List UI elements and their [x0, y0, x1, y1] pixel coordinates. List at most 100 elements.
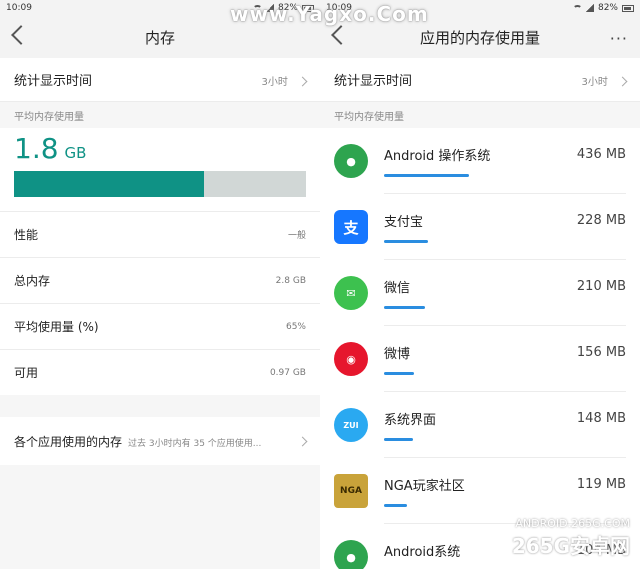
app-header: 系统界面 148 MB [384, 409, 626, 428]
app-memory-size: 148 MB [576, 410, 626, 426]
memory-amount: 1.8 GB [14, 132, 306, 165]
app-usage-bar [384, 239, 626, 243]
back-arrow-icon[interactable] [11, 25, 31, 45]
stat-value: 65% [285, 321, 306, 332]
stat-value: 一般 [287, 231, 306, 241]
chevron-right-icon [297, 436, 308, 446]
app-info: Android 操作系统 436 MB [384, 128, 626, 194]
stat-value: 0.97 GB [269, 367, 306, 378]
app-header: 微信 210 MB [384, 277, 626, 296]
app-info: 微博 156 MB [384, 326, 626, 392]
page-title: 内存 [144, 28, 175, 47]
memory-panel: 10:09 82% 内存 统计显示时间 3小时 平均内存使用量 1.8 GB 性… [0, 0, 320, 569]
app-usage-fill [384, 503, 408, 507]
app-row[interactable]: ✉ 微信 210 MB [320, 260, 640, 326]
app-usage-fill [384, 437, 413, 441]
watermark-bottom: ANDROID.265G.COM 265G安卓网 [512, 517, 630, 559]
zui-icon: ZUI [334, 408, 368, 442]
signal-icon [585, 4, 594, 12]
app-name: Android系统 [384, 544, 461, 560]
app-usage-bar [384, 305, 626, 309]
per-app-memory-row[interactable]: 各个应用使用的内存 过去 3小时内有 35 个应用使用... [0, 417, 320, 465]
weibo-icon: ◉ [334, 342, 368, 376]
stat-row-available: 可用 0.97 GB [0, 349, 320, 395]
section-header: 平均内存使用量 [320, 102, 640, 128]
watermark-brand: 265G安卓网 [511, 534, 630, 558]
app-memory-panel: 10:09 82% 应用的内存使用量 ··· 统计显示时间 3小时 平均内存使用… [320, 0, 640, 569]
app-memory-size: 119 MB [576, 476, 626, 492]
stat-time-value: 3小时 [581, 77, 608, 88]
app-memory-size: 436 MB [576, 146, 626, 162]
memory-usage-fill [14, 171, 204, 197]
app-name: 微博 [384, 346, 411, 362]
stat-time-value-wrap: 3小时 [261, 70, 308, 89]
stat-value: 2.8 GB [275, 275, 306, 286]
app-usage-fill [384, 173, 469, 177]
app-usage-bar [384, 173, 626, 177]
app-memory-size: 210 MB [576, 278, 626, 294]
stat-row-total: 总内存 2.8 GB [0, 257, 320, 303]
app-name: Android 操作系统 [384, 148, 491, 164]
per-app-subtitle: 过去 3小时内有 35 个应用使用... [128, 438, 262, 449]
stat-row-performance: 性能 一般 [0, 211, 320, 257]
battery-text: 82% [597, 3, 618, 13]
android-os-icon: ● [334, 144, 368, 178]
stat-row-average: 平均使用量 (%) 65% [0, 303, 320, 349]
stat-label: 总内存 [14, 274, 51, 288]
chevron-right-icon [617, 76, 628, 87]
app-memory-size: 228 MB [576, 212, 626, 228]
stat-label: 可用 [14, 366, 39, 380]
app-info: 微信 210 MB [384, 260, 626, 326]
stat-label: 平均使用量 (%) [14, 320, 99, 334]
memory-stats-list: 性能 一般 总内存 2.8 GB 平均使用量 (%) 65% 可用 0.97 G… [0, 211, 320, 395]
stat-time-row[interactable]: 统计显示时间 3小时 [320, 58, 640, 102]
back-arrow-icon[interactable] [331, 25, 351, 45]
memory-usage-bar [14, 171, 306, 197]
per-app-label: 各个应用使用的内存 [14, 434, 123, 449]
page-title: 应用的内存使用量 [419, 28, 540, 47]
per-app-text: 各个应用使用的内存 过去 3小时内有 35 个应用使用... [14, 433, 261, 450]
spacer [0, 395, 320, 417]
stat-time-label: 统计显示时间 [14, 74, 93, 89]
app-row[interactable]: ● Android 操作系统 436 MB [320, 128, 640, 194]
chevron-right-icon [297, 76, 308, 87]
alipay-icon: 支 [334, 210, 368, 244]
stat-time-value-wrap: 3小时 [581, 70, 628, 89]
stat-time-label: 统计显示时间 [334, 74, 413, 89]
app-info: NGA玩家社区 119 MB [384, 458, 626, 524]
app-name: 微信 [384, 280, 411, 296]
stat-time-row[interactable]: 统计显示时间 3小时 [0, 58, 320, 102]
app-header: Android 操作系统 436 MB [384, 145, 626, 164]
section-header: 平均内存使用量 [0, 102, 320, 128]
app-info: 系统界面 148 MB [384, 392, 626, 458]
memory-value: 1.8 [14, 132, 59, 165]
app-name: 支付宝 [384, 214, 424, 230]
app-usage-bar [384, 503, 626, 507]
app-row[interactable]: ◉ 微博 156 MB [320, 326, 640, 392]
app-usage-fill [384, 371, 415, 375]
app-row[interactable]: ZUI 系统界面 148 MB [320, 392, 640, 458]
app-header: 支付宝 228 MB [384, 211, 626, 230]
stat-label: 性能 [14, 228, 39, 242]
app-header: 微博 156 MB [384, 343, 626, 362]
app-row[interactable]: 支支付宝 228 MB [320, 194, 640, 260]
app-header: NGA玩家社区 119 MB [384, 475, 626, 494]
battery-icon [622, 4, 634, 12]
nga-icon: NGA [334, 474, 368, 508]
stat-time-value: 3小时 [261, 77, 288, 88]
app-usage-bar [384, 371, 626, 375]
memory-summary: 1.8 GB [0, 128, 320, 211]
app-list: ● Android 操作系统 436 MB 支支付宝 228 MB ✉ 微信 210 MB ◉ 微… [320, 128, 640, 569]
app-row[interactable]: NGA NGA玩家社区 119 MB [320, 458, 640, 524]
wechat-icon: ✉ [334, 276, 368, 310]
app-usage-bar [384, 437, 626, 441]
app-name: 系统界面 [384, 412, 437, 428]
watermark-top: www.Yagxo.Com [230, 2, 429, 26]
screen: 10:09 82% 内存 统计显示时间 3小时 平均内存使用量 1.8 GB 性… [0, 0, 640, 569]
status-icons: 82% [572, 3, 634, 13]
wifi-icon [572, 4, 582, 12]
more-options-icon[interactable]: ··· [610, 29, 628, 48]
app-usage-fill [384, 239, 429, 243]
watermark-url: ANDROID.265G.COM [515, 517, 630, 530]
app-memory-size: 156 MB [576, 344, 626, 360]
